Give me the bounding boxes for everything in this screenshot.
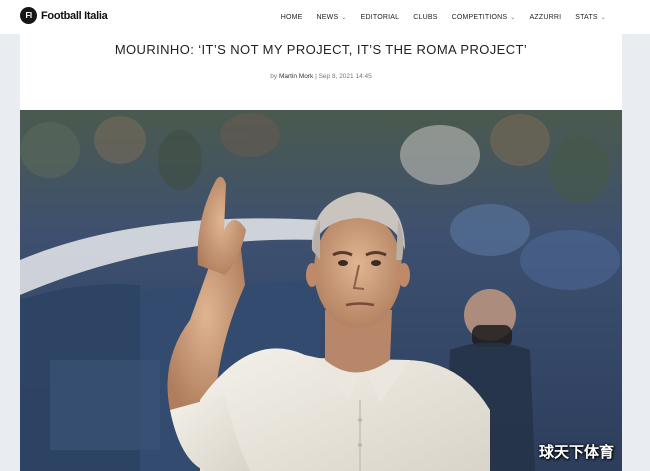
nav-label: STATS xyxy=(575,13,598,21)
author-link[interactable]: Martin Mork xyxy=(279,73,313,80)
nav-label: AZZURRI xyxy=(529,13,562,21)
logo-icon: FI xyxy=(20,7,37,24)
nav-item-clubs[interactable]: CLUBS xyxy=(413,14,437,21)
byline-separator: | xyxy=(315,73,317,80)
nav-item-azzurri[interactable]: AZZURRI xyxy=(530,14,562,21)
chevron-down-icon: ⌄ xyxy=(510,14,516,21)
page-margin-right xyxy=(622,34,650,471)
nav-label: CLUBS xyxy=(413,13,438,21)
nav-item-editorial[interactable]: EDITORIAL xyxy=(361,14,400,21)
logo-text: Football Italia xyxy=(41,9,108,22)
hero-photo-illustration xyxy=(20,110,622,471)
nav-label: NEWS xyxy=(316,13,339,21)
nav-label: EDITORIAL xyxy=(360,13,400,21)
nav-item-news[interactable]: NEWS ⌄ xyxy=(317,14,347,21)
nav-item-stats[interactable]: STATS ⌄ xyxy=(575,14,606,21)
nav-label: COMPETITIONS xyxy=(451,13,508,21)
article-container: MOURINHO: ‘IT’S NOT MY PROJECT, IT’S THE… xyxy=(20,34,622,471)
article-byline: by Martin Mork | Sep 8, 2021 14:45 xyxy=(20,73,622,80)
site-logo[interactable]: FI Football Italia xyxy=(20,7,108,24)
chevron-down-icon: ⌄ xyxy=(600,14,606,21)
chevron-down-icon: ⌄ xyxy=(341,14,347,21)
nav-item-home[interactable]: HOME xyxy=(281,14,303,21)
site-header: FI Football Italia HOME NEWS ⌄ EDITORIAL … xyxy=(0,0,650,34)
byline-prefix: by xyxy=(270,73,278,80)
article-date: Sep 8, 2021 14:45 xyxy=(318,73,372,80)
article-headline: MOURINHO: ‘IT’S NOT MY PROJECT, IT’S THE… xyxy=(114,42,528,57)
nav-label: HOME xyxy=(280,13,303,21)
watermark-text: 球天下体育 xyxy=(538,443,614,461)
nav-item-competitions[interactable]: COMPETITIONS ⌄ xyxy=(452,14,516,21)
article-hero-image: 球天下体育 xyxy=(20,110,622,471)
main-nav: HOME NEWS ⌄ EDITORIAL CLUBS COMPETITIONS ⌄… xyxy=(267,0,606,34)
